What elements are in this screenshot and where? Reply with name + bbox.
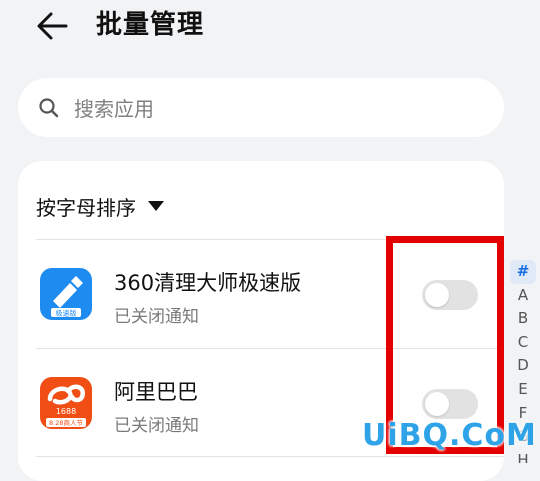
- watermark: UiBQ.CoM: [362, 418, 537, 453]
- 360-cleaner-icon: 极速版: [40, 268, 92, 320]
- app-status: 已关闭通知: [114, 307, 199, 327]
- search-icon: [39, 98, 59, 118]
- divider: [36, 456, 504, 457]
- search-bar[interactable]: [18, 78, 504, 137]
- index-letter[interactable]: A: [510, 284, 536, 308]
- app-name: 360清理大师极速版: [114, 271, 302, 295]
- page-title: 批量管理: [96, 10, 205, 40]
- search-input[interactable]: [72, 90, 476, 127]
- index-letter[interactable]: #: [510, 260, 536, 284]
- index-letter[interactable]: C: [510, 331, 536, 355]
- app-name: 阿里巴巴: [114, 380, 198, 404]
- index-letter[interactable]: D: [510, 354, 536, 378]
- svg-text:8.28商人节: 8.28商人节: [49, 418, 83, 427]
- sort-label: 按字母排序: [36, 195, 136, 220]
- svg-text:1688: 1688: [56, 407, 76, 416]
- index-letter[interactable]: B: [510, 307, 536, 331]
- app-status: 已关闭通知: [114, 416, 199, 436]
- back-arrow-icon[interactable]: [34, 6, 74, 46]
- alibaba-1688-icon: 1688 8.28商人节: [40, 377, 92, 429]
- title-bar: 批量管理: [0, 0, 540, 56]
- caret-down-icon: [148, 201, 164, 211]
- sort-dropdown[interactable]: 按字母排序: [36, 191, 164, 221]
- svg-text:极速版: 极速版: [56, 309, 77, 318]
- index-letter[interactable]: E: [510, 378, 536, 402]
